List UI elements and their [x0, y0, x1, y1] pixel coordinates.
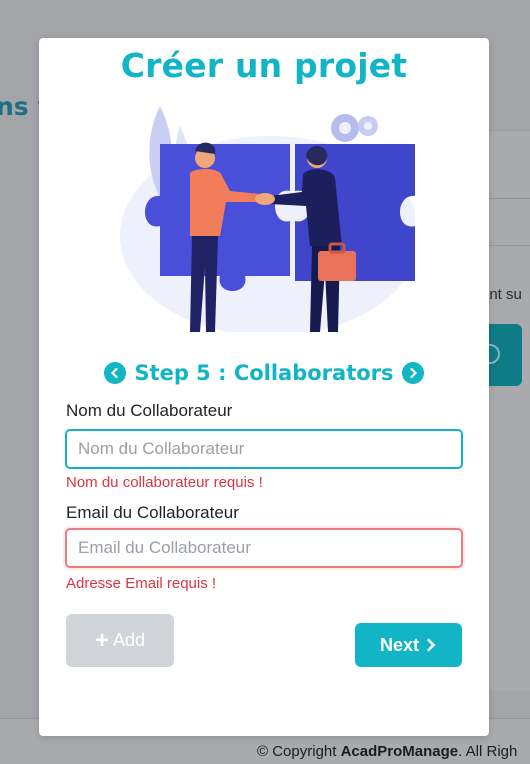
chevron-right-icon	[427, 638, 436, 652]
step-title: Step 5 : Collaborators	[134, 361, 394, 385]
puzzle-handshake-illustration	[120, 106, 415, 332]
modal-title: Créer un projet	[120, 46, 408, 85]
next-button[interactable]: Next	[355, 623, 462, 667]
chevron-left-icon[interactable]	[104, 362, 127, 384]
plus-icon: +	[94, 626, 109, 654]
collaborator-email-input[interactable]	[65, 528, 463, 568]
chevron-right-icon[interactable]	[401, 362, 424, 384]
collaborator-name-label: Nom du Collaborateur	[66, 401, 233, 420]
step-navigation: Step 5 : Collaborators	[39, 358, 489, 388]
add-collaborator-button[interactable]: + Add	[66, 614, 174, 667]
collaborator-name-error: Nom du collaborateur requis !	[66, 474, 263, 491]
collaborator-name-input[interactable]	[65, 429, 463, 469]
footer-copyright: © Copyright AcadProManage. All Righ	[257, 743, 518, 760]
add-button-label: Add	[112, 630, 146, 650]
create-project-modal: Créer un projet Step 5: Collaborators N…	[39, 38, 489, 736]
collaborator-email-error: Adresse Email requis !	[66, 575, 217, 592]
next-button-label: Next	[379, 634, 419, 655]
collaborator-email-label: Email du Collaborateur	[66, 503, 239, 522]
